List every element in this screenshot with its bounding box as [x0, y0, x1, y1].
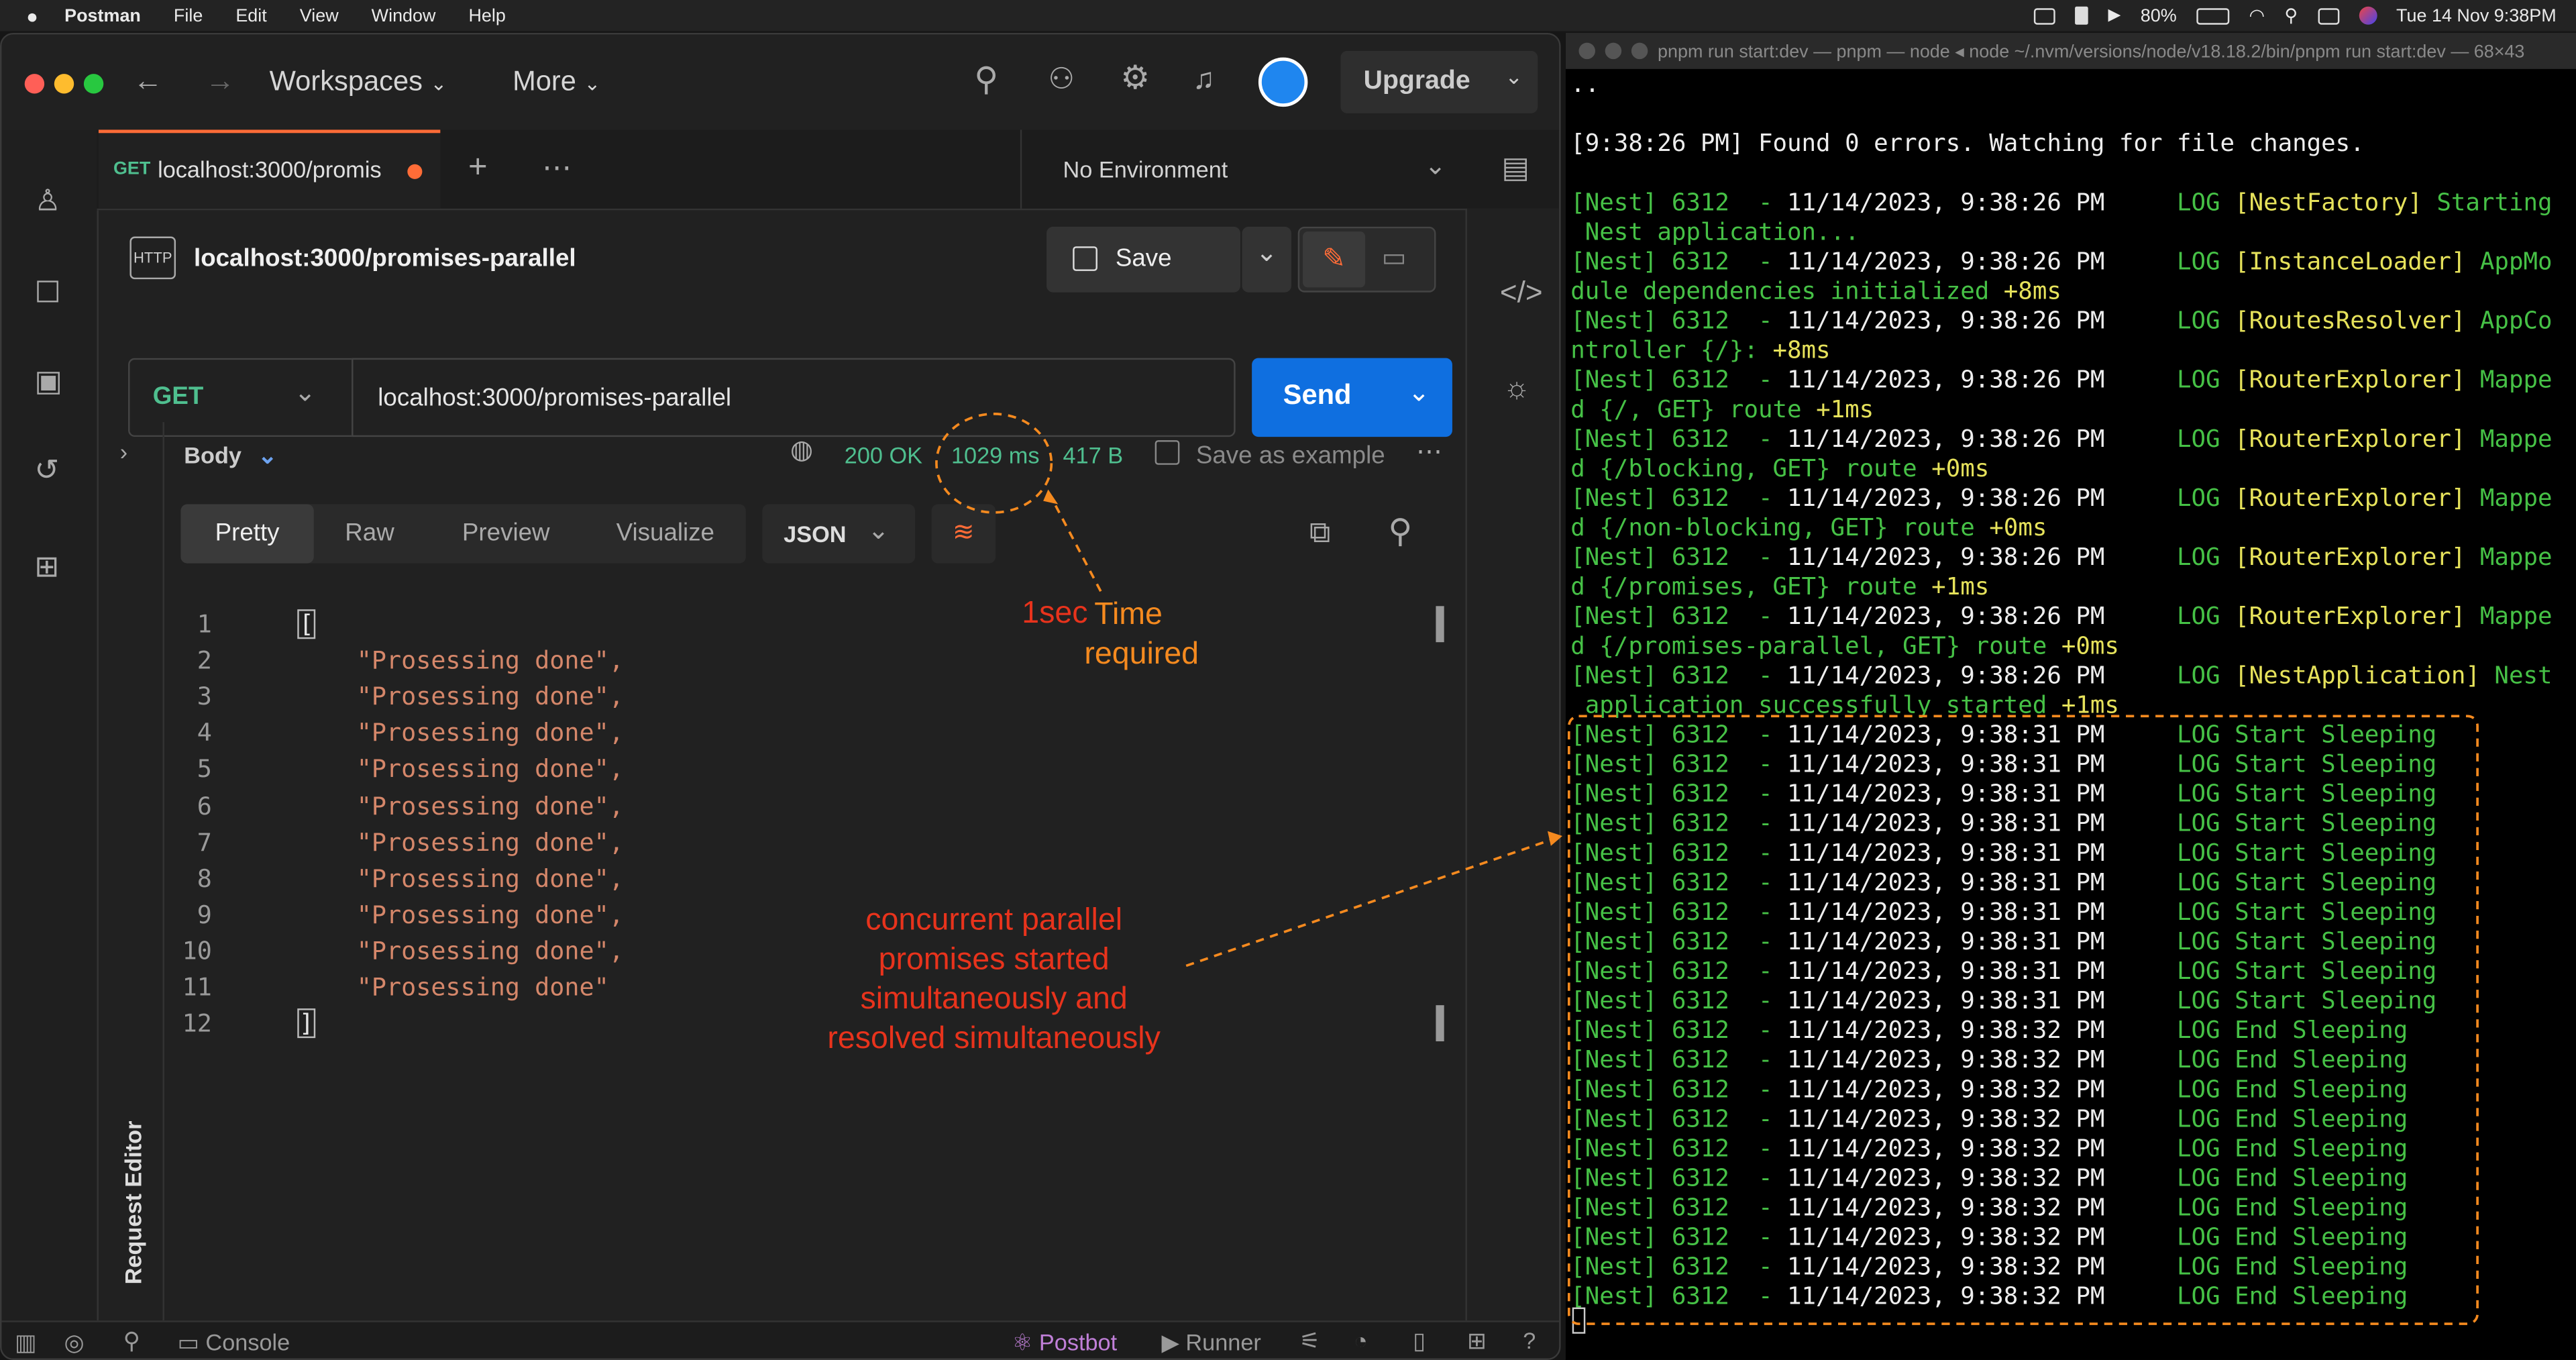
concurrency-arrow-head — [1547, 831, 1562, 846]
log-highlight-box — [1567, 715, 2479, 1325]
concurrency-arrow — [1185, 838, 1553, 967]
time-required-annotation: Time required — [1068, 596, 1199, 676]
time-required-line-2: required — [1084, 637, 1199, 672]
concurrency-line-3: simultaneously and — [860, 982, 1128, 1017]
time-arrow — [1050, 496, 1102, 592]
time-arrow-head — [1043, 489, 1059, 505]
time-required-line-1: Time — [1094, 598, 1163, 633]
concurrency-annotation: concurrent parallel promises started sim… — [772, 902, 1216, 1059]
time-highlight-circle — [935, 413, 1053, 514]
concurrency-line-4: resolved simultaneously — [827, 1021, 1161, 1057]
annotation-overlay — [935, 413, 2479, 1325]
screen: ● Postman File Edit View Window Help ▶ 8… — [0, 0, 2576, 1360]
concurrency-line-1: concurrent parallel — [865, 903, 1123, 938]
concurrency-line-2: promises started — [878, 943, 1110, 978]
